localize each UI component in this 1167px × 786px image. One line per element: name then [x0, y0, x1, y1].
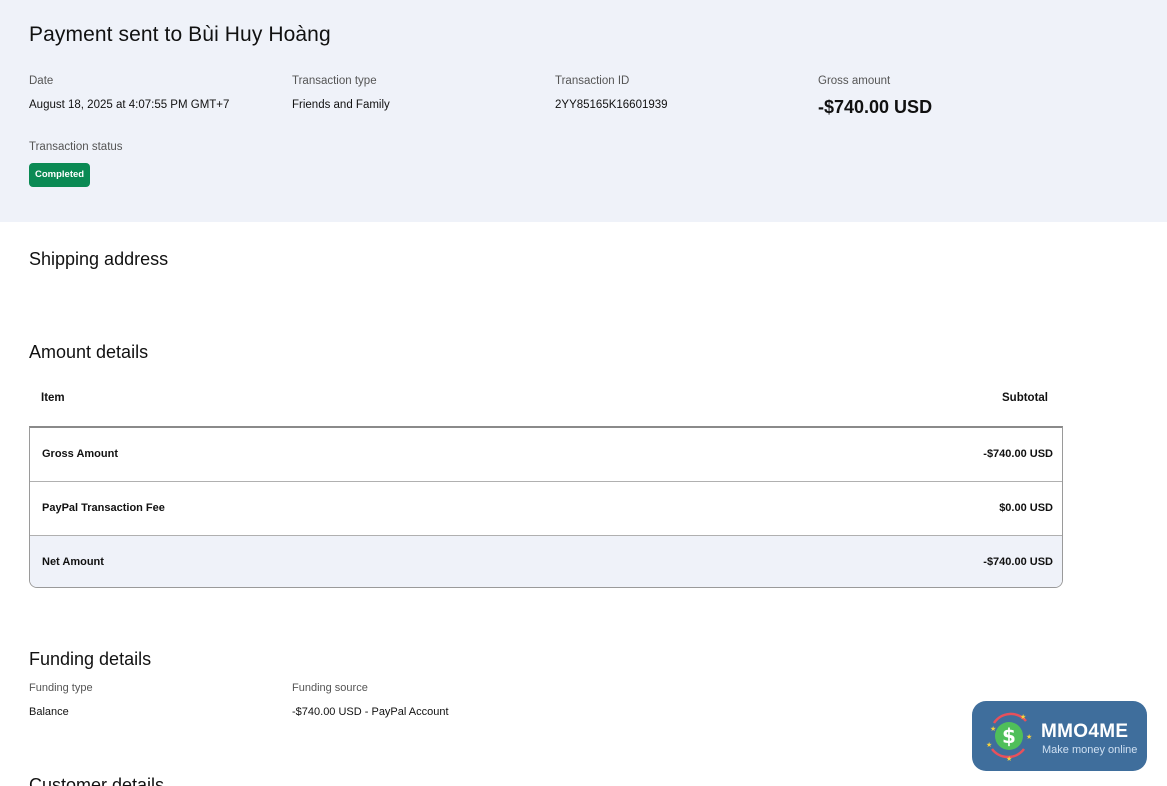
transaction-details-page: Payment sent to Bùi Huy Hoàng Date Augus… — [0, 0, 1167, 786]
funding-details-heading: Funding details — [29, 649, 152, 669]
gross-amount-label: Gross amount — [818, 75, 891, 87]
table-row-gross-amount: Gross Amount -$740.00 USD — [30, 428, 1062, 482]
row-label: Gross Amount — [42, 448, 118, 460]
transaction-status-label: Transaction status — [29, 141, 123, 153]
svg-text:★: ★ — [1020, 713, 1026, 721]
transaction-id-label: Transaction ID — [555, 75, 630, 87]
watermark-name: MMO4ME — [1041, 721, 1129, 742]
transaction-type-value: Friends and Family — [292, 99, 390, 111]
transaction-id-value[interactable]: 2YY85165K16601939 — [555, 99, 668, 111]
customer-details-heading: Customer details — [29, 775, 165, 786]
mmo4me-watermark: $ ★ ★ ★ ★ ★ MMO4ME Make money online — [972, 701, 1147, 771]
dollar-coin-icon: $ ★ ★ ★ ★ ★ — [986, 712, 1032, 763]
svg-text:★: ★ — [986, 741, 992, 749]
row-value: $0.00 USD — [999, 502, 1053, 514]
shipping-address-heading: Shipping address — [29, 249, 169, 269]
gross-amount-value: -$740.00 USD — [818, 97, 933, 117]
row-value: -$740.00 USD — [983, 556, 1053, 568]
row-label: PayPal Transaction Fee — [42, 502, 165, 514]
date-label: Date — [29, 75, 54, 87]
row-label: Net Amount — [42, 556, 104, 568]
svg-text:$: $ — [1002, 724, 1016, 748]
funding-type-label: Funding type — [29, 682, 93, 694]
svg-text:★: ★ — [1006, 755, 1012, 763]
amount-details-table: Gross Amount -$740.00 USD PayPal Transac… — [29, 426, 1063, 588]
column-header-subtotal: Subtotal — [1002, 392, 1048, 404]
table-row-net-amount: Net Amount -$740.00 USD — [30, 536, 1062, 587]
transaction-summary: Payment sent to Bùi Huy Hoàng Date Augus… — [0, 0, 1167, 222]
date-value: August 18, 2025 at 4:07:55 PM GMT+7 — [29, 99, 230, 111]
funding-type-value: Balance — [29, 706, 69, 718]
page-title: Payment sent to Bùi Huy Hoàng — [29, 23, 331, 46]
table-row-transaction-fee: PayPal Transaction Fee $0.00 USD — [30, 482, 1062, 536]
watermark-tagline: Make money online — [1042, 744, 1138, 756]
funding-source-value: -$740.00 USD - PayPal Account — [292, 706, 449, 718]
column-header-item: Item — [41, 392, 65, 404]
svg-text:★: ★ — [990, 725, 996, 733]
amount-details-heading: Amount details — [29, 342, 149, 362]
funding-source-label: Funding source — [292, 682, 368, 694]
row-value: -$740.00 USD — [983, 448, 1053, 460]
transaction-type-label: Transaction type — [292, 75, 377, 87]
status-badge: Completed — [29, 163, 91, 187]
svg-text:★: ★ — [1026, 733, 1032, 741]
